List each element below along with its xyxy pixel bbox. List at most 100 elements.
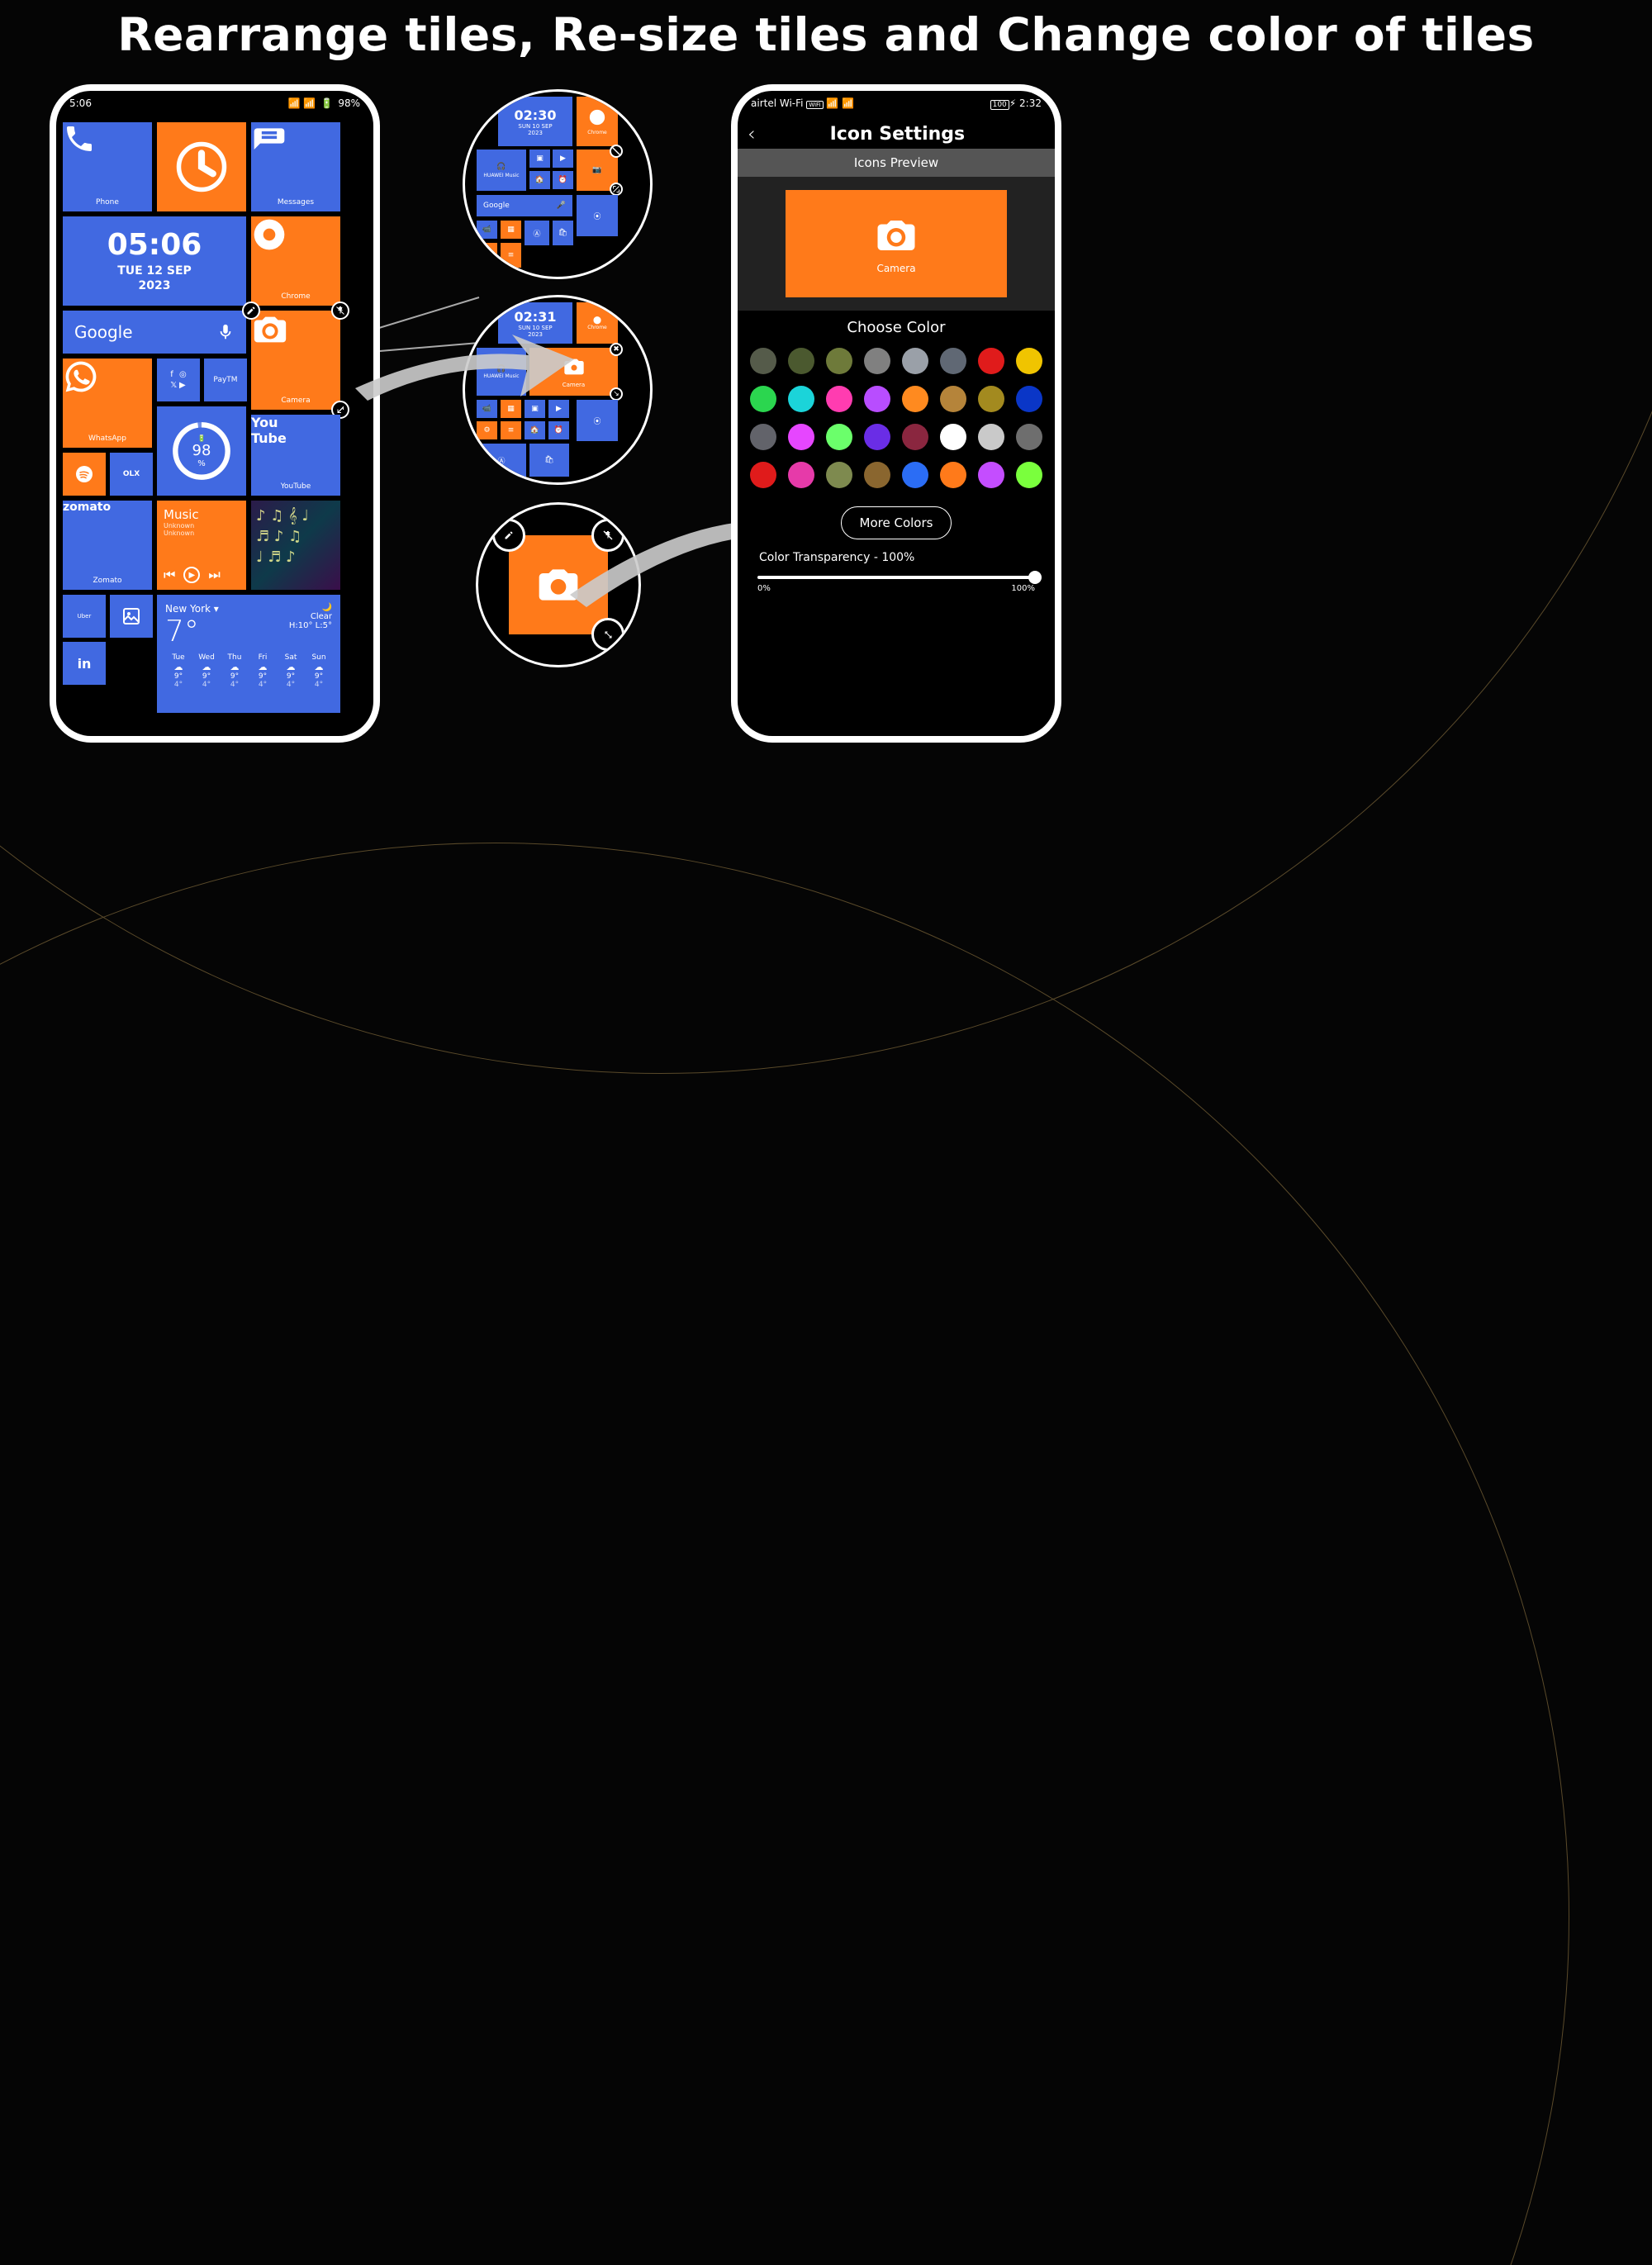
slider-min: 0%: [757, 584, 771, 593]
color-swatch[interactable]: [978, 424, 1004, 450]
tile-label: Camera: [251, 393, 340, 410]
page-title: Rearrange tiles, Re-size tiles and Chang…: [0, 0, 1652, 71]
color-swatch[interactable]: [826, 386, 852, 412]
resize-icon[interactable]: [591, 618, 624, 651]
tile-olx[interactable]: OLX: [110, 453, 153, 496]
tile-big-clock[interactable]: 05:06 TUE 12 SEP 2023: [63, 216, 246, 306]
tile-social-1[interactable]: f◎𝕏▶: [157, 359, 200, 401]
tile-label: WhatsApp: [63, 431, 152, 448]
color-swatch[interactable]: [978, 462, 1004, 488]
color-swatch[interactable]: [864, 348, 890, 374]
tile-google-search[interactable]: Google: [63, 311, 246, 354]
tile-label: YouTube: [251, 479, 340, 496]
color-swatch[interactable]: [750, 424, 776, 450]
color-swatch[interactable]: [902, 462, 928, 488]
color-swatch[interactable]: [1016, 424, 1042, 450]
color-swatch[interactable]: [1016, 462, 1042, 488]
arrow-1: [347, 314, 578, 413]
tile-whatsapp[interactable]: WhatsApp: [63, 359, 152, 448]
color-swatch[interactable]: [978, 386, 1004, 412]
section-choose-color: Choose Color: [738, 311, 1055, 344]
callout-small-tile: 02:30SUN 10 SEP2023 Chrome 📷 🎧HUAWEI Mus…: [463, 89, 653, 279]
transparency-slider[interactable]: [757, 576, 1035, 579]
color-swatch[interactable]: [826, 462, 852, 488]
color-swatch[interactable]: [1016, 386, 1042, 412]
color-swatch[interactable]: [940, 462, 966, 488]
status-bar: airtel Wi-Fi WiFi 📶 📶 100⚡ 2:32: [738, 91, 1055, 119]
tile-messages[interactable]: Messages: [251, 122, 340, 211]
clock-year: 2023: [139, 280, 171, 292]
tile-zomato[interactable]: zomato Zomato: [63, 501, 152, 590]
decor-arc: [0, 843, 1569, 2265]
edit-icon[interactable]: [242, 302, 260, 320]
status-time: 5:06: [69, 97, 92, 109]
music-controls[interactable]: ⏮ ▶ ⏭: [164, 567, 240, 583]
tile-battery-widget[interactable]: 🔋98%: [157, 406, 246, 496]
transparency-label: Color Transparency - 100%: [738, 551, 1055, 564]
more-colors-button[interactable]: More Colors: [841, 506, 952, 539]
tile-music[interactable]: Music Unknown Unknown ⏮ ▶ ⏭: [157, 501, 246, 590]
color-swatch[interactable]: [940, 386, 966, 412]
color-swatch[interactable]: [902, 348, 928, 374]
tile-paytm[interactable]: PayTM: [204, 359, 247, 401]
left-phone: 5:06 📶 📶🔋98% Phone Messages 05:06 TUE 12…: [50, 84, 380, 743]
color-swatch[interactable]: [750, 348, 776, 374]
color-swatch[interactable]: [978, 348, 1004, 374]
tile-music-wall[interactable]: ♪ ♫ 𝄞 ♩♬ ♪ ♫♩ ♬ ♪: [251, 501, 340, 590]
icon-preview-tile: Camera: [786, 190, 1007, 297]
back-button[interactable]: ‹: [748, 122, 756, 145]
tile-label: Phone: [63, 195, 152, 211]
color-swatch[interactable]: [788, 386, 814, 412]
weather-temp: 7°: [165, 615, 219, 648]
tile-label: Messages: [251, 195, 340, 211]
color-swatch[interactable]: [864, 386, 890, 412]
camera-icon: [874, 213, 919, 258]
color-swatch[interactable]: [750, 462, 776, 488]
tile-label: Chrome: [251, 289, 340, 306]
color-swatch[interactable]: [902, 424, 928, 450]
color-swatch[interactable]: [826, 348, 852, 374]
tile-clock[interactable]: [157, 122, 246, 211]
page-title: Icon Settings: [830, 124, 966, 145]
unpin-icon: [610, 145, 623, 158]
unpin-icon: ✖: [610, 343, 623, 356]
color-swatch[interactable]: [864, 424, 890, 450]
tile-uber[interactable]: Uber: [63, 595, 106, 638]
tile-phone[interactable]: Phone: [63, 122, 152, 211]
camera-tile-small: 📷: [577, 150, 618, 191]
mic-icon: [216, 323, 235, 341]
tile-chrome[interactable]: Chrome: [251, 216, 340, 306]
tile-camera[interactable]: Camera: [251, 311, 340, 410]
resize-icon: [610, 183, 623, 196]
music-title: Music: [164, 507, 240, 522]
tile-label: Zomato: [63, 573, 152, 590]
color-swatch[interactable]: [940, 424, 966, 450]
color-swatch[interactable]: [826, 424, 852, 450]
preview-label: Camera: [876, 263, 915, 274]
color-swatch[interactable]: [788, 462, 814, 488]
color-swatch[interactable]: [940, 348, 966, 374]
clock-time: 05:06: [107, 230, 202, 260]
color-swatch[interactable]: [864, 462, 890, 488]
section-preview-header: Icons Preview: [738, 149, 1055, 177]
status-icons: 📶 📶🔋98%: [288, 97, 360, 109]
slider-knob[interactable]: [1028, 571, 1042, 584]
tile-weather[interactable]: New York ▾ 7° 🌙 Clear H:10° L:5° Tue☁9°4…: [157, 595, 340, 713]
color-swatch[interactable]: [750, 386, 776, 412]
clock-day: TUE 12 SEP: [117, 265, 192, 277]
google-label: Google: [74, 322, 133, 342]
slider-max: 100%: [1011, 584, 1035, 593]
resize-icon: ↘: [610, 387, 623, 401]
weather-forecast: Tue☁9°4°Wed☁9°4°Thu☁9°4°Fri☁9°4°Sat☁9°4°…: [165, 653, 332, 689]
color-swatch[interactable]: [788, 424, 814, 450]
right-phone: airtel Wi-Fi WiFi 📶 📶 100⚡ 2:32 ‹ Icon S…: [731, 84, 1061, 743]
tile-linkedin[interactable]: in: [63, 642, 106, 685]
color-palette: [738, 344, 1055, 491]
tile-gallery[interactable]: [110, 595, 153, 638]
edit-icon[interactable]: [492, 519, 525, 552]
tile-spotify[interactable]: [63, 453, 106, 496]
tile-youtube[interactable]: YouTube YouTube: [251, 415, 340, 496]
color-swatch[interactable]: [1016, 348, 1042, 374]
color-swatch[interactable]: [788, 348, 814, 374]
color-swatch[interactable]: [902, 386, 928, 412]
